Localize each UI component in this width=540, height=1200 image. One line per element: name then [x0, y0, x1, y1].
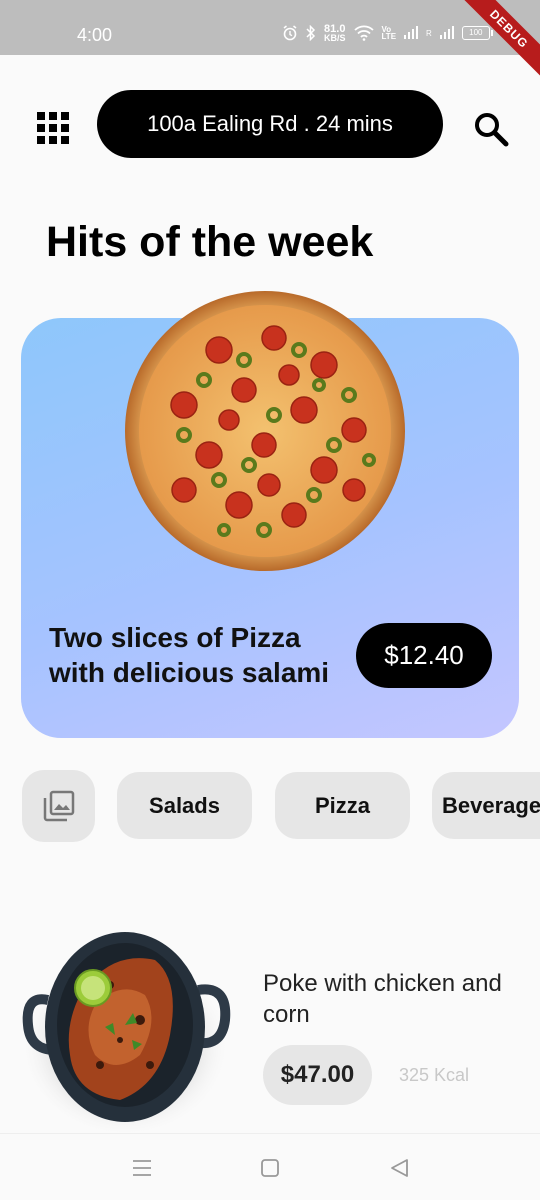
home-square-icon[interactable]	[258, 1156, 282, 1180]
signal-1-icon	[404, 26, 419, 39]
status-time: 4:00	[77, 25, 113, 45]
product-kcal: 325 Kcal	[399, 1065, 470, 1085]
net-speed-unit: KB/S	[324, 33, 346, 43]
hero-price-label: $12.40	[384, 640, 464, 670]
pizza-image	[125, 291, 405, 571]
system-nav-bar	[0, 1133, 540, 1200]
category-row: Salads Pizza Beverage	[0, 770, 540, 842]
status-bar: 4:00 81.0 KB/S Vo LTE R 100 DEBUG	[0, 0, 540, 83]
hero-price-button[interactable]: $12.40	[356, 623, 492, 688]
roaming-indicator: R	[426, 28, 432, 38]
status-icons: 81.0 KB/S Vo LTE R 100	[282, 24, 493, 43]
category-chip-beverage[interactable]: Beverage	[432, 772, 540, 839]
section-title: Hits of the week	[46, 218, 374, 266]
volte-indicator: Vo LTE	[381, 26, 397, 41]
product-price-button[interactable]: $47.00	[263, 1045, 372, 1105]
wifi-icon	[353, 25, 374, 41]
product-image	[20, 932, 231, 1135]
menu-icon[interactable]	[130, 1156, 154, 1180]
search-icon[interactable]	[472, 110, 510, 148]
hero-title: Two slices of Pizza with delicious salam…	[49, 622, 330, 688]
location-label: 100a Ealing Rd . 24 mins	[147, 111, 393, 136]
product-name: Poke with chicken and corn	[263, 970, 502, 1028]
grid-menu-icon[interactable]	[37, 112, 69, 144]
category-chip-salads[interactable]: Salads	[117, 772, 252, 839]
category-label: Pizza	[314, 792, 371, 818]
back-triangle-icon[interactable]	[388, 1156, 412, 1180]
category-chip-pizza[interactable]: Pizza	[275, 772, 410, 839]
battery-level: 100	[469, 28, 483, 37]
category-label: Beverage	[442, 792, 540, 818]
bluetooth-icon	[306, 25, 316, 41]
category-image-button[interactable]	[22, 770, 95, 842]
product-price-label: $47.00	[280, 1061, 355, 1088]
net-speed: 81.0 KB/S	[324, 24, 346, 43]
signal-2-icon	[439, 26, 454, 39]
app-screen: 4:00 81.0 KB/S Vo LTE R 100 DEBUG 100a E…	[0, 0, 540, 1200]
location-button[interactable]: 100a Ealing Rd . 24 mins	[97, 90, 443, 158]
volte-bottom: LTE	[381, 32, 397, 41]
category-label: Salads	[149, 792, 220, 818]
alarm-icon	[283, 25, 297, 41]
battery-icon: 100	[461, 26, 493, 40]
gallery-icon	[43, 790, 74, 822]
